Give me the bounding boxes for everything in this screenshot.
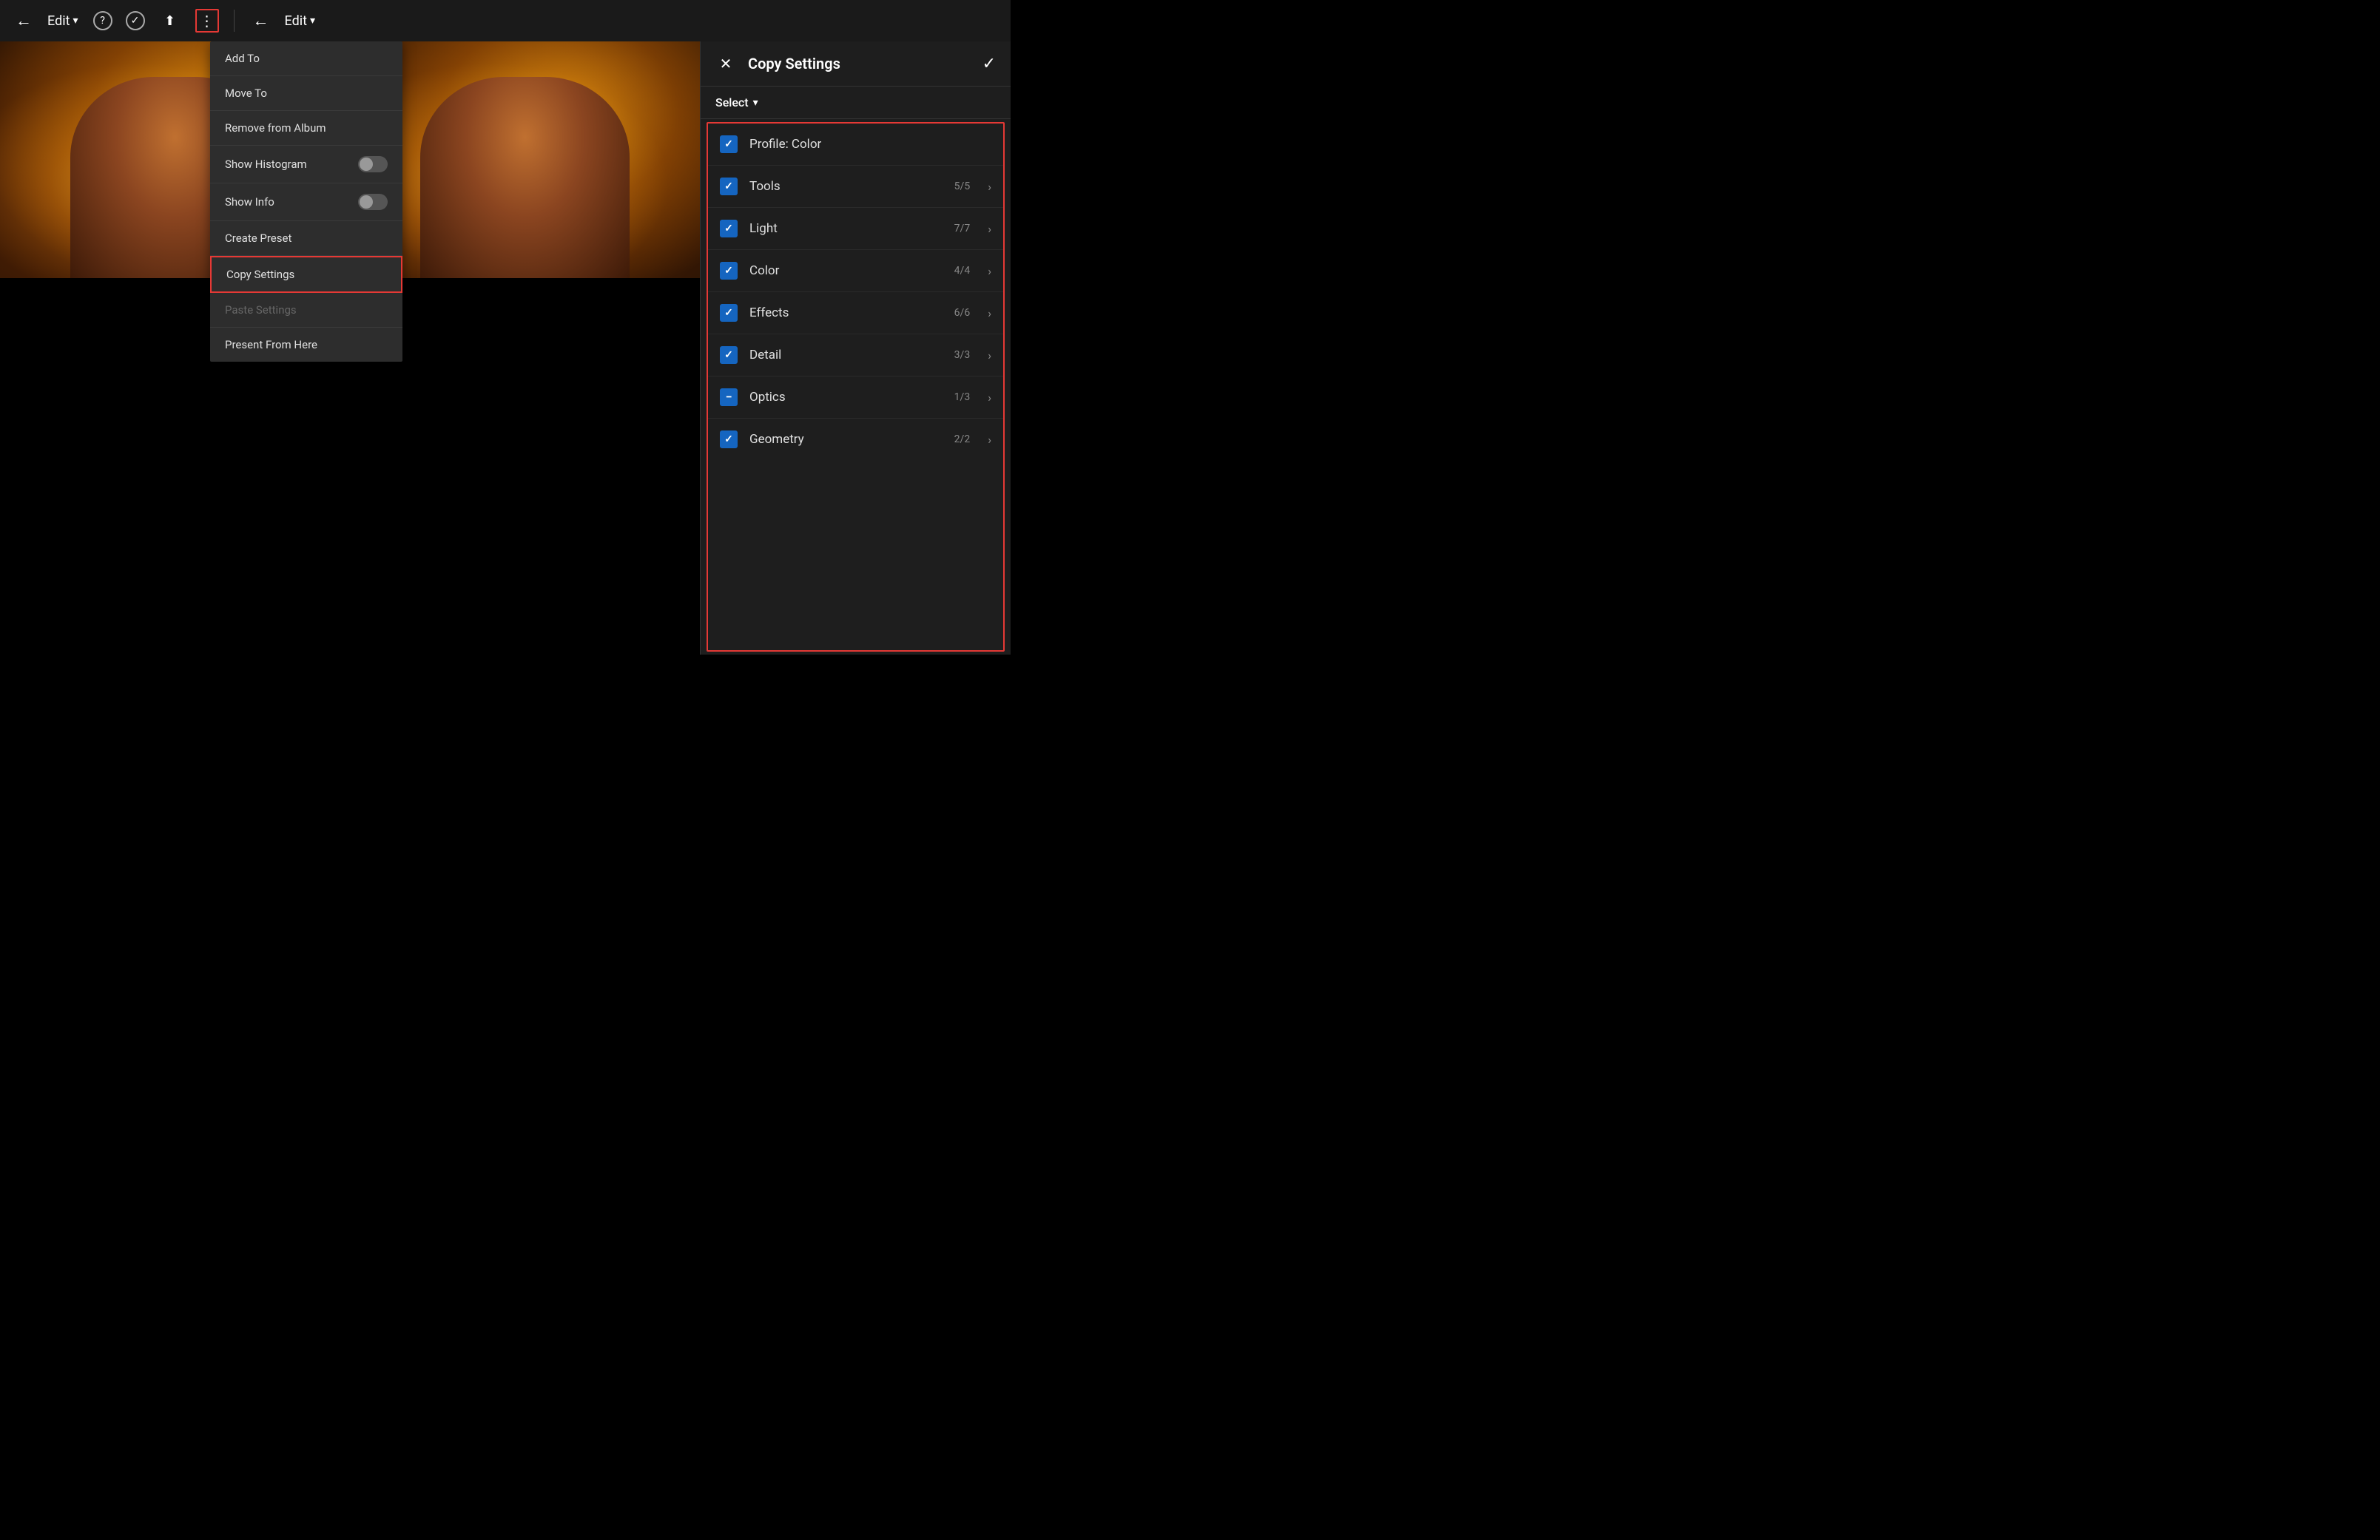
- context-menu: Add ToMove ToRemove from AlbumShow Histo…: [210, 41, 402, 362]
- settings-item-tools[interactable]: ✓Tools5/5›: [708, 166, 1003, 208]
- checkbox-geometry[interactable]: ✓: [720, 430, 738, 448]
- menu-item-show-info[interactable]: Show Info: [210, 183, 402, 221]
- header-divider: [234, 10, 235, 32]
- checkbox-profile-color[interactable]: ✓: [720, 135, 738, 153]
- checkbox-optics[interactable]: −: [720, 388, 738, 406]
- toggle-show-info[interactable]: [358, 194, 388, 210]
- select-dropdown[interactable]: Select ▾: [701, 87, 1011, 119]
- expand-icon-optics[interactable]: ›: [988, 391, 991, 405]
- expand-icon-geometry[interactable]: ›: [988, 433, 991, 447]
- share-button[interactable]: ⬆: [158, 9, 182, 33]
- more-button[interactable]: ⋮: [195, 9, 219, 33]
- checkbox-tools[interactable]: ✓: [720, 178, 738, 195]
- done-button[interactable]: ✓: [982, 55, 996, 73]
- main-content: Add ToMove ToRemove from AlbumShow Histo…: [0, 41, 1011, 655]
- checkbox-light[interactable]: ✓: [720, 220, 738, 237]
- menu-item-present-from-here[interactable]: Present From Here: [210, 328, 402, 362]
- check-button[interactable]: ✓: [126, 11, 145, 30]
- close-button[interactable]: ✕: [715, 53, 736, 74]
- checkbox-color[interactable]: ✓: [720, 262, 738, 280]
- toggle-show-histogram[interactable]: [358, 156, 388, 172]
- settings-item-effects[interactable]: ✓Effects6/6›: [708, 292, 1003, 334]
- copy-settings-panel: ✕ Copy Settings ✓ Select ▾ ✓Profile: Col…: [700, 41, 1011, 655]
- header-left: ← Edit ▾: [12, 9, 78, 33]
- copy-settings-header: ✕ Copy Settings ✓: [701, 41, 1011, 87]
- edit2-dropdown[interactable]: Edit ▾: [285, 13, 316, 29]
- expand-icon-tools[interactable]: ›: [988, 180, 991, 194]
- header-right-section: ← Edit ▾: [249, 9, 316, 33]
- menu-item-show-histogram[interactable]: Show Histogram: [210, 146, 402, 183]
- help-button[interactable]: ?: [93, 11, 112, 30]
- checkbox-effects[interactable]: ✓: [720, 304, 738, 322]
- menu-item-copy-settings[interactable]: Copy Settings: [210, 256, 402, 293]
- expand-icon-color[interactable]: ›: [988, 264, 991, 278]
- back2-button[interactable]: ←: [249, 9, 273, 33]
- settings-item-light[interactable]: ✓Light7/7›: [708, 208, 1003, 250]
- back-button[interactable]: ←: [12, 9, 36, 33]
- settings-item-detail[interactable]: ✓Detail3/3›: [708, 334, 1003, 376]
- app-header: ← Edit ▾ ? ✓ ⬆ ⋮ ← Edit ▾: [0, 0, 1011, 41]
- select-label: Select: [715, 95, 749, 109]
- panel-title: Copy Settings: [748, 55, 971, 72]
- menu-item-remove-from-album[interactable]: Remove from Album: [210, 111, 402, 146]
- menu-item-create-preset[interactable]: Create Preset: [210, 221, 402, 256]
- settings-item-geometry[interactable]: ✓Geometry2/2›: [708, 419, 1003, 460]
- expand-icon-detail[interactable]: ›: [988, 348, 991, 362]
- settings-list: ✓Profile: Color✓Tools5/5›✓Light7/7›✓Colo…: [707, 122, 1005, 652]
- settings-item-optics[interactable]: −Optics1/3›: [708, 376, 1003, 419]
- photo-area: Add ToMove ToRemove from AlbumShow Histo…: [0, 41, 700, 655]
- edit-dropdown[interactable]: Edit ▾: [47, 13, 78, 29]
- menu-item-paste-settings: Paste Settings: [210, 293, 402, 328]
- expand-icon-light[interactable]: ›: [988, 222, 991, 236]
- menu-item-move-to[interactable]: Move To: [210, 76, 402, 111]
- header-icons: ? ✓ ⬆ ⋮: [93, 9, 219, 33]
- settings-item-color[interactable]: ✓Color4/4›: [708, 250, 1003, 292]
- checkbox-detail[interactable]: ✓: [720, 346, 738, 364]
- menu-item-add-to[interactable]: Add To: [210, 41, 402, 76]
- select-chevron-icon: ▾: [753, 97, 758, 109]
- expand-icon-effects[interactable]: ›: [988, 306, 991, 320]
- settings-item-profile-color[interactable]: ✓Profile: Color: [708, 124, 1003, 166]
